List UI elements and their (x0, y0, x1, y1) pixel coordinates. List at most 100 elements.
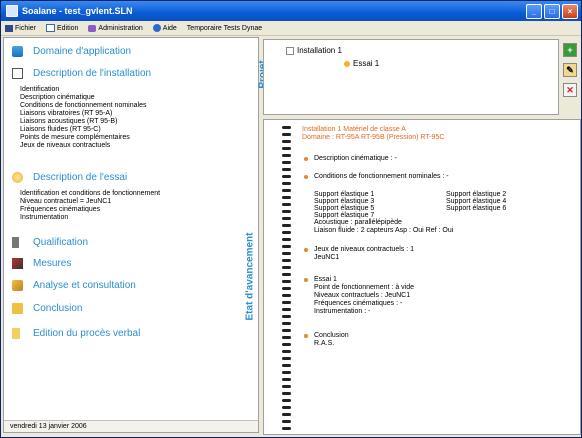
spiral-ring (282, 364, 291, 367)
essai-line: Niveaux contractuels : JeuNC1 (314, 292, 411, 299)
nav-description-installation-label: Description de l'installation (33, 68, 152, 79)
nav-mesures-label: Mesures (33, 258, 72, 269)
spiral-ring (282, 420, 291, 423)
spiral-ring (282, 273, 291, 276)
essai-item[interactable]: Fréquences cinématiques (20, 206, 100, 214)
edition-icon (12, 328, 20, 339)
nav-description-essai[interactable]: Description de l'essai (12, 172, 127, 183)
action-buttons: + ✎ ✕ (563, 43, 577, 97)
install-item[interactable]: Points de mesure complémentaires (20, 134, 130, 142)
nav-conclusion[interactable]: Conclusion (12, 303, 82, 314)
spiral-ring (282, 210, 291, 213)
etat-desc-cine: Description cinématique : - (314, 155, 397, 162)
spiral-ring (282, 126, 291, 129)
close-button[interactable]: × (562, 4, 578, 19)
nav-qualification-label: Qualification (33, 237, 89, 248)
bullet-icon (304, 175, 308, 179)
spiral-ring (282, 245, 291, 248)
collapse-icon (286, 46, 294, 55)
essai-line: Point de fonctionnement : à vide (314, 284, 415, 291)
menu-edition[interactable]: Edition (46, 24, 78, 32)
spiral-ring (282, 189, 291, 192)
etat-tab[interactable]: Etat d'avancement (244, 233, 255, 321)
install-item[interactable]: Description cinématique (20, 94, 95, 102)
menu-template-label: Temporaire Tests Dynae (186, 24, 263, 32)
navigation-panel: Domaine d'application Description de l'i… (3, 37, 259, 433)
nav-analyse-label: Analyse et consultation (33, 280, 136, 291)
install-item[interactable]: Identification (20, 86, 59, 94)
essai-item[interactable]: Niveau contractuel = JeuNC1 (20, 198, 111, 206)
spiral-ring (282, 385, 291, 388)
installation-icon (12, 68, 23, 79)
domain-icon (12, 46, 23, 57)
etat-ras: R.A.S. (314, 340, 335, 347)
delete-button[interactable]: ✕ (563, 83, 577, 97)
nav-description-installation[interactable]: Description de l'installation (12, 68, 151, 79)
edit-button[interactable]: ✎ (563, 63, 577, 77)
spiral-ring (282, 357, 291, 360)
etat-liaison-fluide: Liaison fluide : 2 capteurs Asp : Oui Re… (314, 227, 454, 234)
spiral-ring (282, 413, 291, 416)
spiral-ring (282, 280, 291, 283)
tree-essai[interactable]: Essai 1 (344, 59, 379, 68)
nav-edition[interactable]: Edition du procès verbal (12, 328, 140, 339)
install-item[interactable]: Jeux de niveaux contractuels (20, 142, 110, 150)
install-item[interactable]: Liaisons fluides (RT 95-C) (20, 126, 101, 134)
add-button[interactable]: + (563, 43, 577, 57)
tree-installation[interactable]: Installation 1 (286, 46, 342, 55)
menu-aide-label: Aide (162, 24, 177, 32)
essai-line: Fréquences cinématiques : - (314, 300, 403, 307)
nav-domaine[interactable]: Domaine d'application (12, 46, 131, 57)
install-item[interactable]: Liaisons acoustiques (RT 95-B) (20, 118, 117, 126)
save-icon (5, 24, 13, 32)
spiral-ring (282, 392, 291, 395)
spiral-ring (282, 182, 291, 185)
spiral-ring (282, 175, 291, 178)
spiral-ring (282, 133, 291, 136)
spiral-ring (282, 147, 291, 150)
nav-qualification[interactable]: Qualification (12, 237, 88, 248)
etat-jeunc: JeuNC1 (314, 254, 340, 261)
menu-edition-label: Edition (57, 24, 79, 32)
essai-item[interactable]: Identification et conditions de fonction… (20, 190, 160, 198)
analyse-icon (12, 280, 23, 291)
install-item[interactable]: Liaisons vibratoires (RT 95-A) (20, 110, 112, 118)
nav-description-essai-label: Description de l'essai (33, 172, 128, 183)
app-icon (6, 5, 18, 17)
status-date: vendredi 13 janvier 2006 (4, 420, 258, 432)
etat-header1: Installation 1 Matériel de classe A (302, 126, 406, 133)
spiral-ring (282, 336, 291, 339)
spiral-ring (282, 154, 291, 157)
menu-template[interactable]: Temporaire Tests Dynae (187, 25, 262, 32)
etat-essai-title: Essai 1 (314, 276, 337, 283)
spiral-ring (282, 266, 291, 269)
etat-conclusion: Conclusion (314, 332, 349, 339)
bullet-icon (304, 157, 308, 161)
spiral-ring (282, 427, 291, 430)
nav-domaine-label: Domaine d'application (33, 46, 132, 57)
nav-edition-label: Edition du procès verbal (33, 328, 141, 339)
spiral-ring (282, 329, 291, 332)
nav-mesures[interactable]: Mesures (12, 258, 71, 269)
edit-icon (46, 24, 56, 32)
spiral-ring (282, 322, 291, 325)
spiral-ring (282, 406, 291, 409)
tree-essai-label: Essai 1 (353, 59, 380, 68)
nav-conclusion-label: Conclusion (33, 303, 83, 314)
app-window: Soalane - test_gvlent.SLN _ □ × Fichier … (0, 0, 582, 438)
etat-header2: Domaine : RT-95A RT-95B (Pression) RT-95… (302, 134, 445, 141)
menu-administration[interactable]: Administration (88, 24, 143, 32)
minimize-button[interactable]: _ (526, 4, 542, 19)
nav-analyse[interactable]: Analyse et consultation (12, 280, 136, 291)
spiral-ring (282, 399, 291, 402)
mesures-icon (12, 258, 23, 269)
spiral-ring (282, 203, 291, 206)
install-item[interactable]: Conditions de fonctionnement nominales (20, 102, 146, 110)
spiral-ring (282, 238, 291, 241)
menu-aide[interactable]: Aide (152, 24, 177, 32)
menu-fichier[interactable]: Fichier (5, 24, 36, 32)
spiral-ring (282, 308, 291, 311)
essai-item[interactable]: Instrumentation (20, 214, 68, 222)
spiral-ring (282, 196, 291, 199)
maximize-button[interactable]: □ (544, 4, 560, 19)
